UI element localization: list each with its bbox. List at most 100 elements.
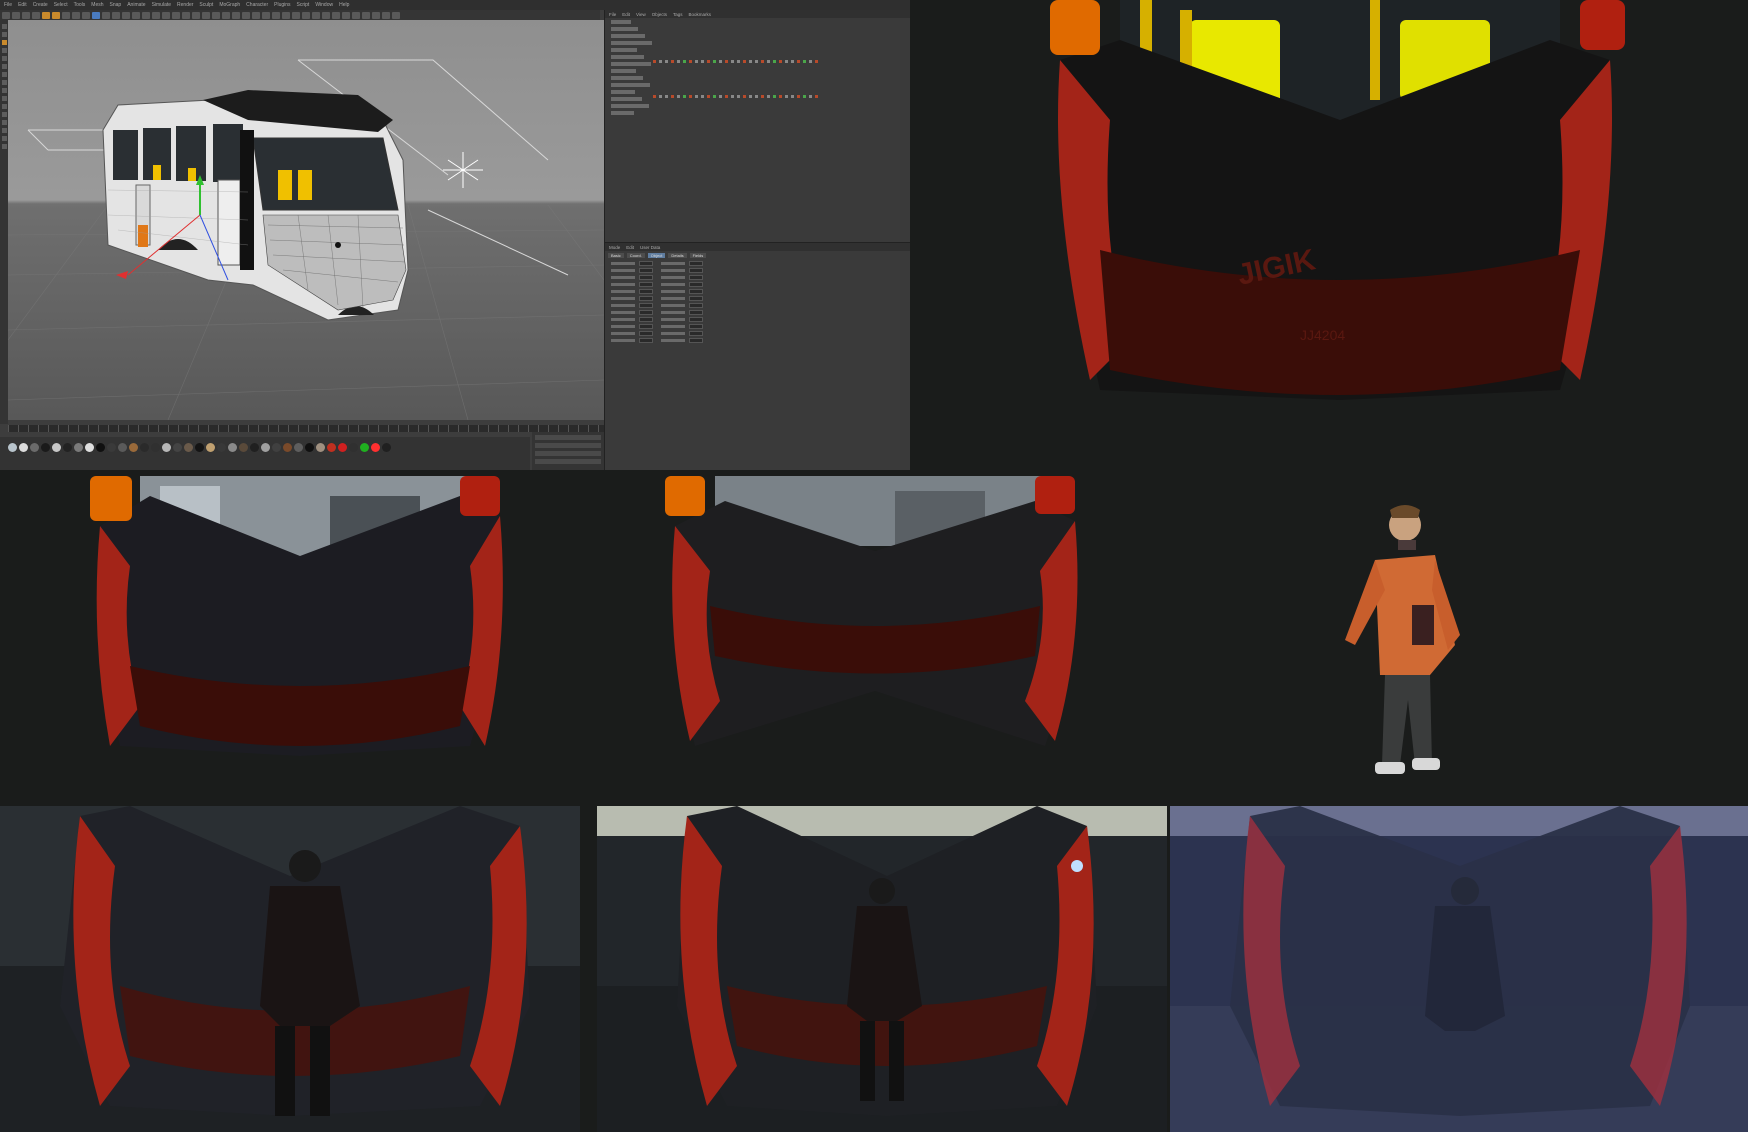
- toolbar-button[interactable]: [142, 11, 150, 19]
- object-row[interactable]: [605, 89, 910, 95]
- toolbar-button[interactable]: [362, 11, 370, 19]
- material-swatch[interactable]: [184, 443, 193, 452]
- toolbar-button[interactable]: [272, 11, 280, 19]
- mode-tool-button[interactable]: [1, 48, 7, 53]
- toolbar-button[interactable]: [132, 11, 140, 19]
- toolbar-button[interactable]: [292, 11, 300, 19]
- toolbar-button[interactable]: [12, 11, 20, 19]
- material-swatch[interactable]: [294, 443, 303, 452]
- mode-tool-button[interactable]: [1, 32, 7, 37]
- toolbar-button[interactable]: [122, 11, 130, 19]
- object-row[interactable]: [605, 61, 910, 67]
- object-row[interactable]: [605, 110, 910, 116]
- attribute-field[interactable]: [689, 268, 703, 273]
- toolbar-button[interactable]: [172, 11, 180, 19]
- mode-tool-button[interactable]: [1, 136, 7, 141]
- toolbar-button[interactable]: [2, 11, 10, 19]
- toolbar-button[interactable]: [62, 11, 70, 19]
- menu-item-select[interactable]: Select: [54, 2, 68, 8]
- material-swatch[interactable]: [118, 443, 127, 452]
- attribute-field[interactable]: [689, 317, 703, 322]
- material-swatch[interactable]: [239, 443, 248, 452]
- material-swatch[interactable]: [107, 443, 116, 452]
- mode-tool-button[interactable]: [1, 120, 7, 125]
- menu-item-tools[interactable]: Tools: [74, 2, 86, 8]
- material-swatch[interactable]: [195, 443, 204, 452]
- om-menu-bookmarks[interactable]: Bookmarks: [689, 12, 712, 17]
- attribute-field[interactable]: [689, 303, 703, 308]
- mode-tool-button[interactable]: [1, 80, 7, 85]
- toolbar-button[interactable]: [312, 11, 320, 19]
- attribute-field[interactable]: [689, 331, 703, 336]
- material-swatch[interactable]: [173, 443, 182, 452]
- toolbar-button[interactable]: [112, 11, 120, 19]
- menu-item-simulate[interactable]: Simulate: [152, 2, 171, 8]
- menu-item-file[interactable]: File: [4, 2, 12, 8]
- material-swatch[interactable]: [96, 443, 105, 452]
- toolbar-button[interactable]: [182, 11, 190, 19]
- object-row[interactable]: [605, 68, 910, 74]
- attribute-field[interactable]: [689, 289, 703, 294]
- menu-item-snap[interactable]: Snap: [110, 2, 122, 8]
- menu-item-render[interactable]: Render: [177, 2, 193, 8]
- mode-tool-button[interactable]: [1, 24, 7, 29]
- material-swatch[interactable]: [316, 443, 325, 452]
- material-swatch[interactable]: [140, 443, 149, 452]
- material-swatch[interactable]: [206, 443, 215, 452]
- om-menu-file[interactable]: File: [609, 12, 616, 17]
- attribute-field[interactable]: [689, 310, 703, 315]
- attribute-field[interactable]: [639, 296, 653, 301]
- material-swatch[interactable]: [272, 443, 281, 452]
- material-swatch[interactable]: [41, 443, 50, 452]
- attr-menu-user-data[interactable]: User Data: [640, 245, 660, 250]
- mode-tool-button[interactable]: [1, 96, 7, 101]
- toolbar-button[interactable]: [282, 11, 290, 19]
- toolbar-button[interactable]: [42, 11, 50, 19]
- toolbar-button[interactable]: [252, 11, 260, 19]
- material-swatch[interactable]: [261, 443, 270, 452]
- material-swatch[interactable]: [382, 443, 391, 452]
- material-swatch[interactable]: [338, 443, 347, 452]
- menu-item-sculpt[interactable]: Sculpt: [199, 2, 213, 8]
- mode-tool-button[interactable]: [1, 40, 7, 45]
- object-row[interactable]: [605, 54, 910, 60]
- toolbar-button[interactable]: [382, 11, 390, 19]
- mode-tool-button[interactable]: [1, 64, 7, 69]
- attribute-field[interactable]: [639, 338, 653, 343]
- attribute-field[interactable]: [689, 261, 703, 266]
- attr-tab-basic[interactable]: Basic: [608, 253, 624, 258]
- toolbar-button[interactable]: [92, 11, 100, 19]
- menu-item-script[interactable]: Script: [297, 2, 310, 8]
- menu-item-character[interactable]: Character: [246, 2, 268, 8]
- material-swatch[interactable]: [19, 443, 28, 452]
- object-row[interactable]: [605, 26, 910, 32]
- attribute-field[interactable]: [639, 282, 653, 287]
- menu-item-mograph[interactable]: MoGraph: [219, 2, 240, 8]
- material-swatch[interactable]: [349, 443, 358, 452]
- menu-item-mesh[interactable]: Mesh: [91, 2, 103, 8]
- toolbar-button[interactable]: [162, 11, 170, 19]
- toolbar-button[interactable]: [262, 11, 270, 19]
- attribute-field[interactable]: [689, 324, 703, 329]
- attr-tab-details[interactable]: Details: [668, 253, 687, 258]
- material-swatch[interactable]: [283, 443, 292, 452]
- toolbar-button[interactable]: [82, 11, 90, 19]
- attr-menu-mode[interactable]: Mode: [609, 245, 620, 250]
- timeline[interactable]: [8, 425, 604, 432]
- material-swatch[interactable]: [8, 443, 17, 452]
- object-row[interactable]: [605, 40, 910, 46]
- toolbar-button[interactable]: [72, 11, 80, 19]
- toolbar-button[interactable]: [242, 11, 250, 19]
- toolbar-button[interactable]: [52, 11, 60, 19]
- toolbar-button[interactable]: [202, 11, 210, 19]
- toolbar-button[interactable]: [322, 11, 330, 19]
- menu-item-edit[interactable]: Edit: [18, 2, 27, 8]
- material-swatch[interactable]: [85, 443, 94, 452]
- om-menu-view[interactable]: View: [636, 12, 646, 17]
- attribute-field[interactable]: [689, 282, 703, 287]
- toolbar-button[interactable]: [102, 11, 110, 19]
- attr-tab-coord[interactable]: Coord.: [626, 253, 645, 258]
- om-menu-objects[interactable]: Objects: [652, 12, 667, 17]
- toolbar-button[interactable]: [302, 11, 310, 19]
- toolbar-button[interactable]: [352, 11, 360, 19]
